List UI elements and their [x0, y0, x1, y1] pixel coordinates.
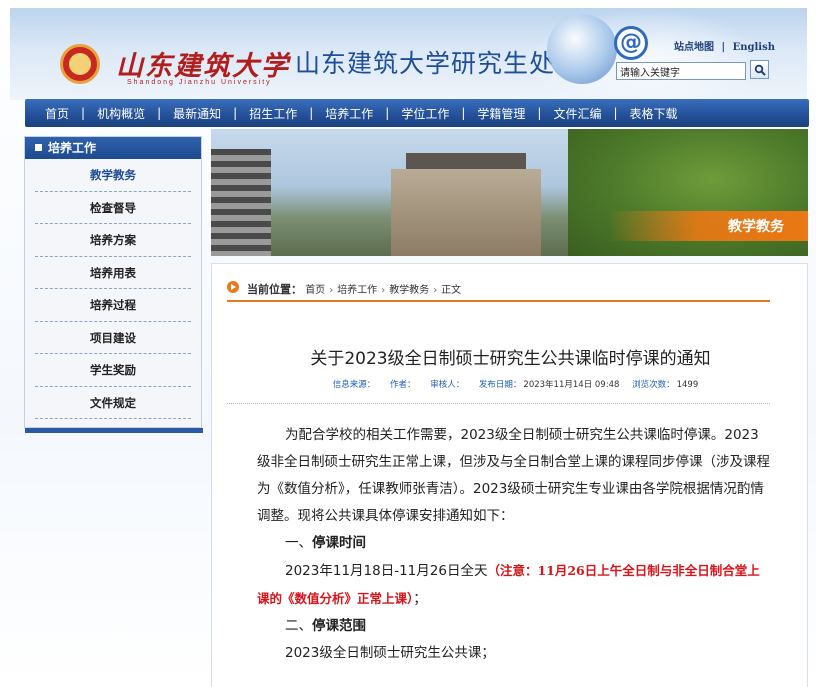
nav-item[interactable]: 学籍管理 — [477, 105, 525, 122]
emblem-center — [69, 53, 91, 75]
location-arrow-icon — [227, 281, 239, 293]
article-panel: 当前位置： 首页 › 培养工作 › 教学教务 › 正文 关于2023级全日制硕士研究生公共课… — [211, 263, 808, 687]
nav-separator: | — [233, 106, 238, 120]
section-heading: 一、停课时间 — [257, 530, 772, 557]
breadcrumb-chevron-icon: › — [433, 285, 438, 296]
sidebar: 培养工作 教学教务 检查督导 培养方案 培养用表 培养过程 项目建设 学生奖励 文件规定 — [24, 136, 203, 433]
nav-item[interactable]: 表格下载 — [630, 105, 678, 122]
meta-date-label: 发布日期： — [478, 380, 522, 390]
nav-item[interactable]: 学位工作 — [401, 105, 449, 122]
nav-separator: | — [309, 106, 314, 120]
sidebar-item[interactable]: 文件规定 — [35, 387, 191, 419]
sidebar-item[interactable]: 培养过程 — [35, 289, 191, 322]
nav-item[interactable]: 机构概览 — [97, 105, 145, 122]
university-logo-script[interactable]: 山东建筑大学 — [116, 44, 290, 83]
sidebar-item[interactable]: 检查督导 — [35, 192, 191, 224]
breadcrumb: 当前位置： 首页 › 培养工作 › 教学教务 › 正文 — [227, 280, 770, 302]
nav-item[interactable]: 最新通知 — [173, 105, 221, 122]
section-text: 2023级全日制硕士研究生公共课； — [285, 645, 495, 661]
breadcrumb-trail: 当前位置： 首页 › 培养工作 › 教学教务 › 正文 — [247, 281, 461, 297]
section-title: 停课范围 — [312, 618, 366, 634]
meta-author-label: 作者： — [389, 380, 416, 390]
breadcrumb-item[interactable]: 培养工作 — [337, 285, 377, 296]
breadcrumb-chevron-icon: › — [381, 285, 386, 296]
banner-label: 教学教务 — [728, 219, 784, 235]
article-paragraph: 为配合学校的相关工作需要，2023级全日制硕士研究生公共课临时停课。2023级非… — [257, 427, 770, 524]
meta-views-value: 1499 — [676, 380, 699, 390]
sidebar-item[interactable]: 学生奖励 — [35, 354, 191, 387]
nav-separator: | — [461, 106, 466, 120]
sidebar-header: 培养工作 — [25, 137, 201, 159]
breadcrumb-label: 当前位置： — [247, 283, 302, 296]
english-link[interactable]: English — [733, 42, 775, 53]
nav-item[interactable]: 首页 — [45, 105, 69, 122]
section-heading: 二、停课范围 — [257, 613, 772, 640]
nav-separator: | — [81, 106, 86, 120]
nav-item[interactable]: 培养工作 — [325, 105, 373, 122]
article-body: 为配合学校的相关工作需要，2023级全日制硕士研究生公共课临时停课。2023级非… — [257, 422, 772, 667]
sitemap-link[interactable]: 站点地图 — [674, 42, 714, 53]
globe-decoration-icon — [547, 14, 617, 84]
meta-divider — [227, 403, 770, 404]
section-title: 停课时间 — [312, 535, 366, 551]
sidebar-item[interactable]: 教学教务 — [35, 159, 191, 192]
site-header: 山东建筑大学 Shandong Jianzhu University 山东建筑大… — [10, 8, 807, 100]
sidebar-menu: 教学教务 检查督导 培养方案 培养用表 培养过程 项目建设 学生奖励 文件规定 — [25, 159, 201, 419]
nav-item[interactable]: 文件汇编 — [553, 105, 601, 122]
sidebar-title: 培养工作 — [48, 141, 97, 155]
section-end-punct: ； — [413, 591, 427, 607]
sidebar-bottom-bar — [25, 428, 203, 433]
article-meta: 信息来源： 作者： 审核人： 发布日期： 2023年11月14日 09:48 浏览… — [212, 378, 809, 390]
section-number: 一、 — [285, 535, 312, 551]
breadcrumb-chevron-icon: › — [329, 285, 334, 296]
section-number: 二、 — [285, 618, 312, 634]
meta-reviewer-label: 审核人： — [430, 380, 465, 390]
sidebar-item[interactable]: 项目建设 — [35, 322, 191, 354]
banner-house-photo — [391, 169, 541, 256]
at-sign-icon: @ — [614, 26, 648, 60]
nav-separator: | — [537, 106, 542, 120]
university-logo-pinyin: Shandong Jianzhu University — [127, 79, 272, 86]
nav-separator: | — [613, 106, 618, 120]
breadcrumb-item: 正文 — [441, 285, 462, 296]
search-icon — [754, 64, 766, 76]
site-title[interactable]: 山东建筑大学研究生处 — [295, 44, 555, 80]
section-banner: 教学教务 — [211, 129, 808, 256]
nav-separator: | — [157, 106, 162, 120]
meta-date-value: 2023年11月14日 09:48 — [523, 380, 620, 390]
breadcrumb-item[interactable]: 教学教务 — [389, 285, 429, 296]
nav-item[interactable]: 招生工作 — [249, 105, 297, 122]
main-navigation: 首页 | 机构概览 | 最新通知 | 招生工作 | 培养工作 | 学位工作 | 学籍管理 | 文件汇编 | 表格… — [25, 99, 809, 127]
article-title: 关于2023级全日制硕士研究生公共课临时停课的通知 — [310, 349, 711, 369]
section-text: 2023年11月18日-11月26日全天（注意：11月26日上午全日制与非全日制… — [257, 557, 772, 613]
square-bullet-icon — [35, 144, 42, 151]
university-emblem-icon[interactable] — [60, 44, 100, 84]
meta-views-label: 浏览次数： — [632, 380, 675, 390]
search-button[interactable] — [750, 60, 769, 79]
breadcrumb-item[interactable]: 首页 — [305, 285, 325, 296]
banner-building-photo — [211, 149, 271, 256]
link-separator: | — [721, 42, 726, 53]
page-background: 山东建筑大学 Shandong Jianzhu University 山东建筑大… — [0, 0, 816, 687]
search-input[interactable] — [616, 62, 746, 80]
sidebar-item[interactable]: 培养方案 — [35, 224, 191, 257]
sidebar-item[interactable]: 培养用表 — [35, 257, 191, 289]
nav-separator: | — [385, 106, 390, 120]
meta-source-label: 信息来源： — [332, 380, 376, 390]
top-links: 站点地图 | English — [672, 38, 777, 53]
stop-period-text: 2023年11月18日-11月26日全天 — [285, 563, 488, 579]
